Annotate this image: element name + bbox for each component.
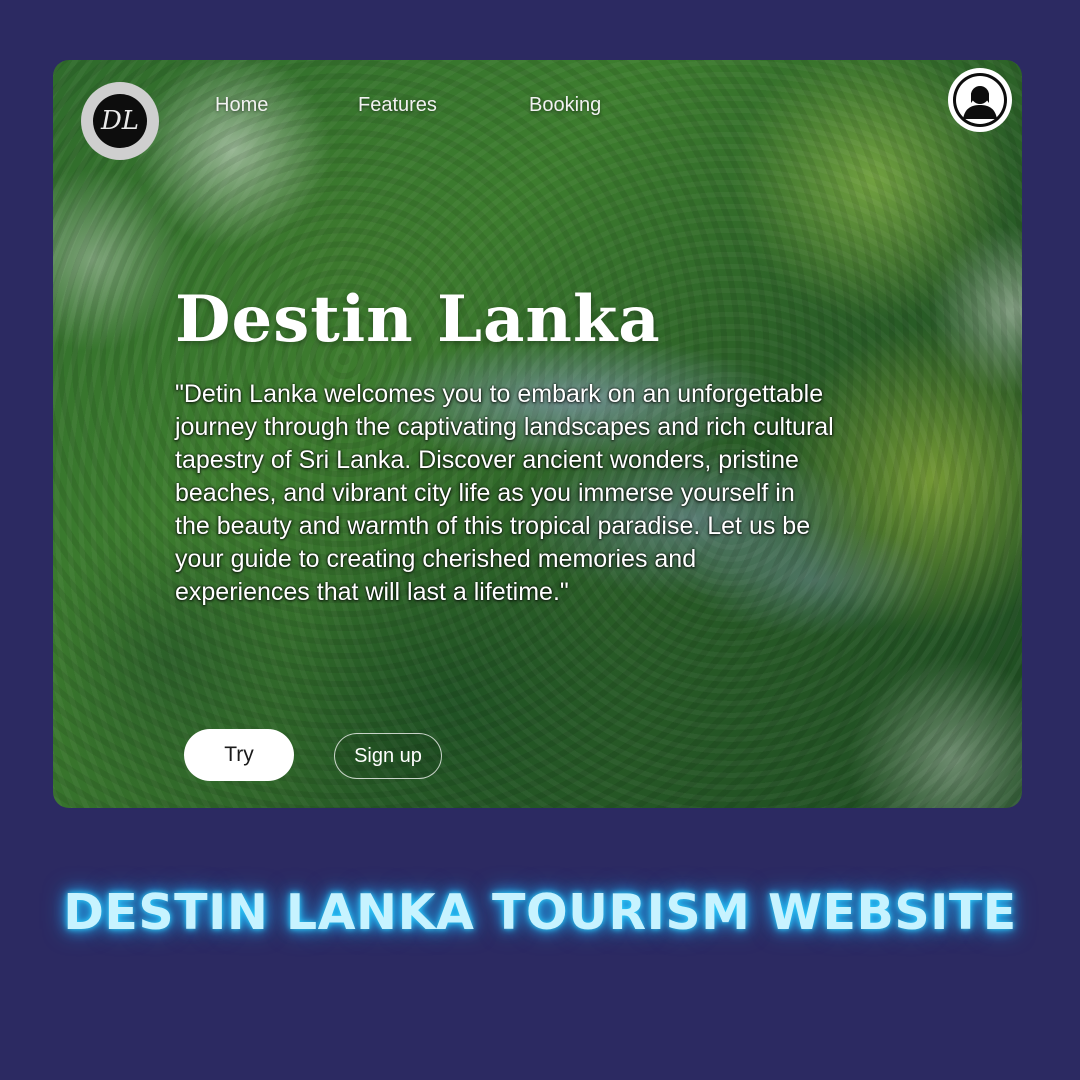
brand-logo[interactable]: DL [81,82,159,160]
nav-item-features[interactable]: Features [358,94,437,117]
sign-up-button[interactable]: Sign up [334,733,442,779]
website-preview-card: DL Home Features Booking Destin Lanka "D… [53,60,1022,808]
user-avatar-icon [953,73,1007,127]
hero-title: Destin Lanka [175,282,661,357]
nav-item-home[interactable]: Home [215,94,268,117]
promo-caption: DESTIN LANKA TOURISM WEBSITE [63,884,1017,941]
brand-logo-icon: DL [93,94,147,148]
user-avatar[interactable] [948,68,1012,132]
hero-description: "Detin Lanka welcomes you to embark on a… [175,380,834,606]
nav-item-booking[interactable]: Booking [529,94,601,117]
try-button[interactable]: Try [184,729,294,781]
